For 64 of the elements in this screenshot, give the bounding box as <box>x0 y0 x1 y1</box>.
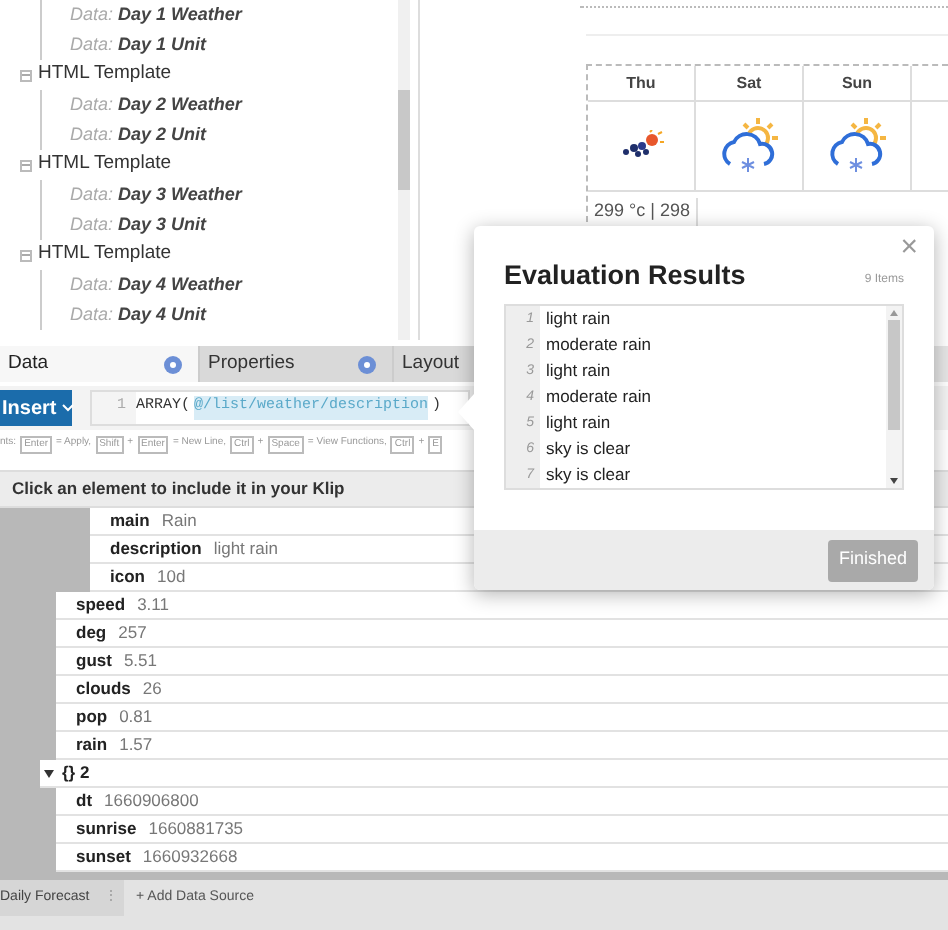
weather-icon <box>825 116 889 176</box>
data-key[interactable]: icon <box>110 564 145 590</box>
tree-item[interactable]: Data: Day 3 Weather <box>70 181 242 209</box>
scroll-down-icon[interactable] <box>890 478 898 485</box>
tree-item[interactable]: Data: Day 1 Weather <box>70 1 242 29</box>
data-key[interactable]: description <box>110 536 202 562</box>
data-key[interactable]: sunset <box>76 844 131 870</box>
data-value[interactable]: 257 <box>118 620 147 646</box>
tree-item[interactable]: Data: Day 4 Unit <box>70 301 207 329</box>
data-key[interactable]: main <box>110 508 150 534</box>
collapse-icon[interactable] <box>20 159 32 171</box>
tree-item[interactable]: HTML Template <box>38 150 172 180</box>
tree-item[interactable]: HTML Template <box>38 240 172 270</box>
data-value[interactable]: 3.11 <box>137 592 169 618</box>
data-value[interactable]: Rain <box>161 508 197 534</box>
data-key[interactable]: speed <box>76 592 126 618</box>
help-icon[interactable] <box>164 355 182 373</box>
scrollbar[interactable] <box>398 0 410 340</box>
data-value[interactable]: light rain <box>213 536 278 562</box>
data-key[interactable]: dt <box>76 788 93 814</box>
insert-button[interactable]: Insert <box>0 390 72 426</box>
data-value[interactable]: 26 <box>142 676 162 702</box>
tree-item[interactable]: Data: Day 4 Weather <box>70 271 242 299</box>
result-text: moderate rain <box>544 332 651 359</box>
data-value[interactable]: 5.51 <box>123 648 157 674</box>
result-text: light rain <box>544 358 611 385</box>
data-node[interactable]: {} 2 <box>62 760 90 786</box>
data-value[interactable]: 10d <box>156 564 186 590</box>
help-icon[interactable] <box>358 355 376 373</box>
tree-item[interactable]: Data: Day 2 Unit <box>70 121 207 149</box>
result-text: light rain <box>544 410 611 437</box>
day-label: Sat <box>736 71 762 95</box>
weather-icon <box>717 116 781 176</box>
tree-item[interactable]: Data: Day 2 Weather <box>70 91 242 119</box>
data-key[interactable]: sunrise <box>76 816 137 842</box>
tab[interactable]: Data <box>0 346 200 382</box>
result-text: sky is clear <box>544 462 631 489</box>
result-text: moderate rain <box>544 384 651 411</box>
data-key[interactable]: pop <box>76 704 108 730</box>
data-value[interactable]: 1660906800 <box>104 788 199 814</box>
result-text: light rain <box>544 306 611 333</box>
weather-icon <box>619 130 663 162</box>
data-key[interactable]: gust <box>76 648 112 674</box>
collapse-icon[interactable] <box>20 69 32 81</box>
day-label: Sun <box>841 71 873 95</box>
result-text: sky is clear <box>544 436 631 463</box>
tree-item[interactable]: Data: Day 1 Unit <box>70 31 207 59</box>
collapse-icon[interactable] <box>20 249 32 261</box>
data-key[interactable]: rain <box>76 732 108 758</box>
tab[interactable]: Properties <box>200 346 394 382</box>
data-key[interactable]: clouds <box>76 676 131 702</box>
tree-item[interactable]: Data: Day 3 Unit <box>70 211 207 239</box>
tree-item[interactable]: HTML Template <box>38 60 172 90</box>
data-key[interactable]: deg <box>76 620 107 646</box>
data-value[interactable]: 1660881735 <box>148 816 244 842</box>
data-value[interactable]: 0.81 <box>119 704 153 730</box>
collapse-arrow-icon[interactable] <box>44 769 54 777</box>
scrollbar[interactable] <box>886 306 902 489</box>
caret-icon <box>62 404 75 412</box>
data-value[interactable]: 1.57 <box>119 732 153 758</box>
dialog-title: Evaluation Results <box>504 258 746 294</box>
day-label: Thu <box>626 71 656 95</box>
data-header-text: Click an element to include it in your Klip <box>12 476 345 502</box>
data-value[interactable]: 1660932668 <box>142 844 238 870</box>
